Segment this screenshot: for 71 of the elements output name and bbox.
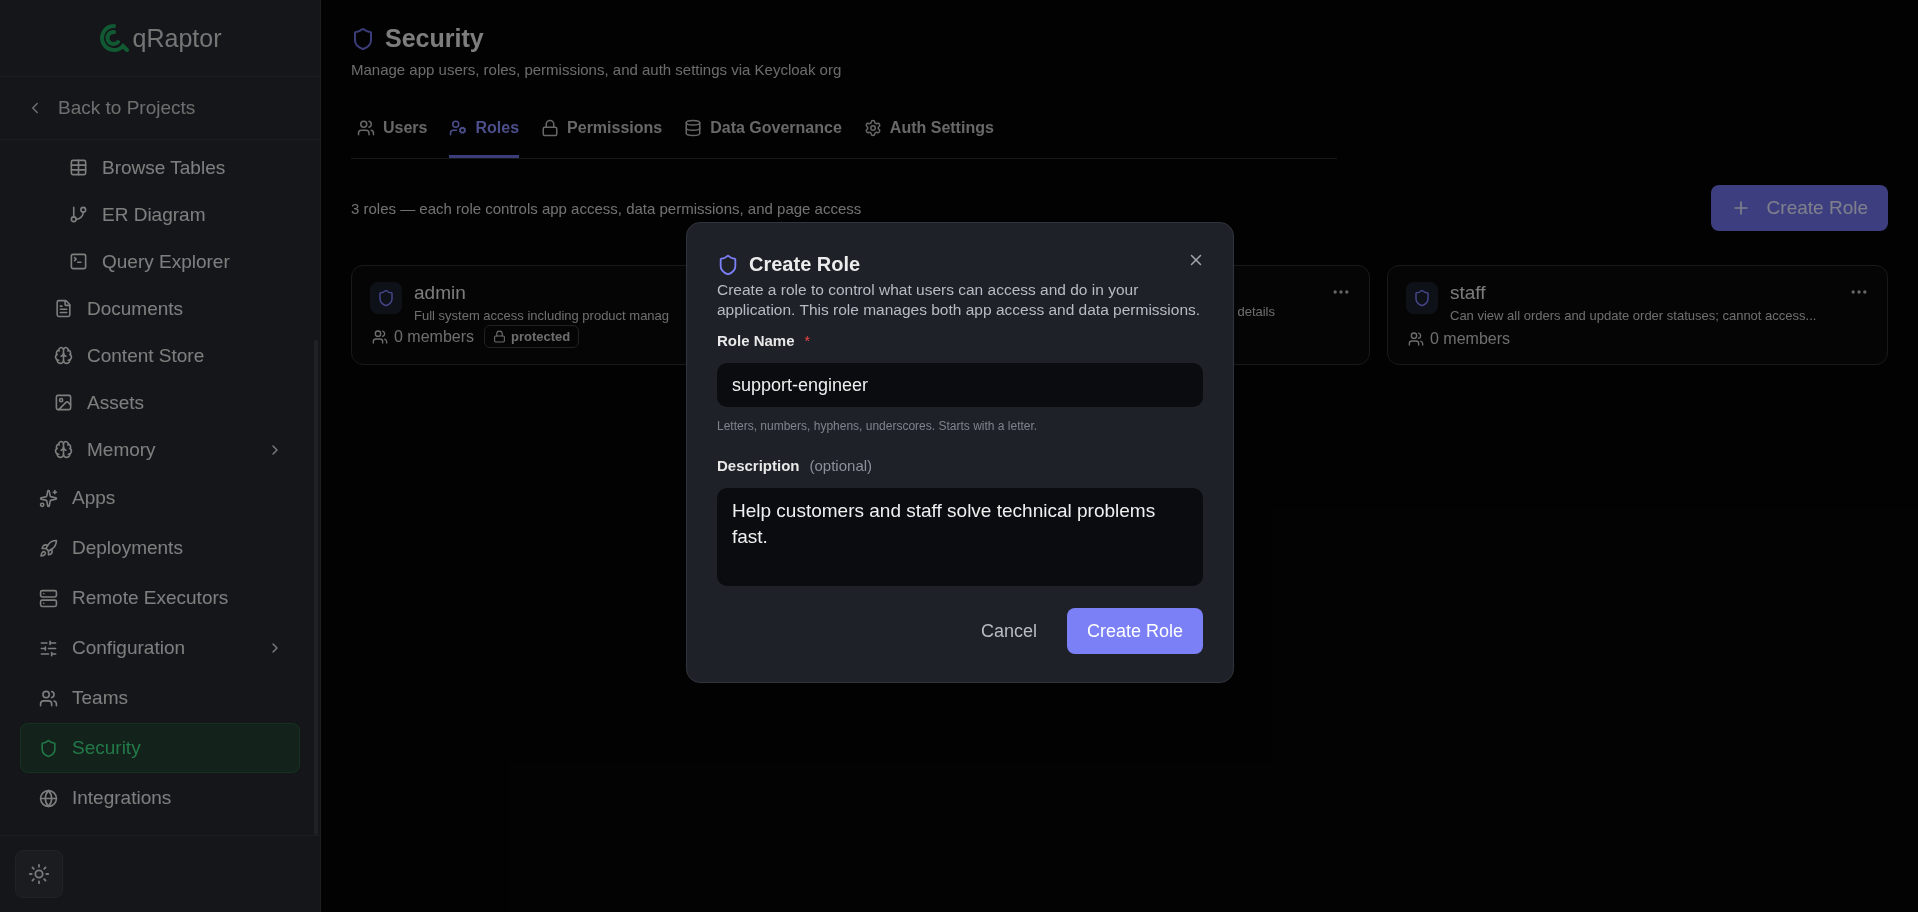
lock-icon: [541, 118, 560, 137]
table-icon: [69, 158, 88, 177]
database-icon: [684, 118, 703, 137]
document-icon: [54, 299, 73, 318]
sidebar-item[interactable]: Configuration: [20, 623, 300, 673]
globe-icon: [39, 788, 58, 808]
role-name-input[interactable]: support-engineer: [717, 363, 1203, 407]
user-gear-icon: [449, 118, 468, 137]
lock-icon: [493, 330, 507, 343]
tab[interactable]: Auth Settings: [863, 100, 994, 158]
role-description: Full system access including product manag: [414, 308, 670, 323]
role-description: details: [1237, 304, 1275, 319]
sidebar-item[interactable]: ER Diagram: [20, 191, 300, 238]
field-label: Description: [717, 457, 800, 474]
page-title: Security: [385, 24, 484, 53]
members-count: 0 members: [372, 327, 475, 346]
brain-icon: [54, 346, 73, 365]
create-role-button[interactable]: Create Role: [1710, 185, 1888, 231]
role-name: staff: [1450, 282, 1486, 304]
role-description: Can view all orders and update order statuses; cannot access...: [1450, 308, 1817, 323]
brain-icon: [54, 440, 73, 459]
shield-icon: [370, 282, 402, 314]
shield-icon: [717, 253, 739, 276]
terminal-icon: [69, 252, 88, 271]
sidebar-item[interactable]: Deployments: [20, 523, 300, 573]
sun-icon: [28, 863, 50, 885]
create-role-button[interactable]: Create Role: [1066, 608, 1203, 654]
sidebar-item[interactable]: Teams: [20, 673, 300, 723]
logo-icon: [98, 23, 129, 53]
required-mark: *: [804, 333, 810, 349]
sidebar-item[interactable]: Assets: [20, 379, 300, 426]
field-label: Role Name: [717, 332, 795, 349]
shield-icon: [39, 738, 58, 758]
sidebar-item[interactable]: Apps: [20, 473, 300, 523]
users-icon: [39, 688, 58, 708]
members-count: 0 members: [1408, 330, 1511, 348]
tab[interactable]: Permissions: [541, 100, 663, 158]
field-hint: Letters, numbers, hyphens, underscores. Starts with a letter.: [717, 419, 1039, 433]
optional-note: (optional): [809, 457, 873, 474]
sidebar-item[interactable]: Remote Executors: [20, 573, 300, 623]
role-card[interactable]: staff Can view all orders and update order statuses; cannot access... 0 members: [1387, 265, 1888, 365]
settings-icon: [863, 118, 882, 137]
shield-icon: [351, 26, 375, 51]
protected-badge: protected: [484, 325, 580, 348]
tab[interactable]: Roles: [449, 100, 520, 158]
server-icon: [39, 588, 58, 608]
sidebar-item[interactable]: Documents: [20, 285, 300, 332]
logo-text: qRaptor: [132, 23, 222, 53]
back-link[interactable]: Back to Projects: [0, 77, 320, 140]
rocket-icon: [39, 538, 58, 558]
sparkles-icon: [39, 488, 58, 508]
users-icon: [372, 328, 388, 345]
branch-icon: [69, 205, 88, 224]
tab[interactable]: Data Governance: [684, 100, 842, 158]
users-icon: [357, 118, 375, 137]
sidebar-item[interactable]: Browse Tables: [20, 144, 300, 191]
cancel-button[interactable]: Cancel: [972, 610, 1045, 652]
tab[interactable]: Users: [357, 100, 428, 158]
sidebar-item[interactable]: Integrations: [20, 773, 300, 823]
role-name: admin: [414, 282, 466, 304]
sliders-icon: [39, 638, 58, 658]
theme-toggle-button[interactable]: [15, 850, 63, 898]
roles-summary: 3 roles — each role controls app access, data permissions, and page access: [351, 199, 862, 217]
users-icon: [1408, 331, 1424, 347]
sidebar-item[interactable]: Query Explorer: [20, 238, 300, 285]
image-icon: [54, 393, 73, 412]
page-subtitle: Manage app users, roles, permissions, and auth settings via Keycloak org: [351, 61, 843, 78]
shield-icon: [1406, 282, 1438, 314]
sidebar-item[interactable]: Content Store: [20, 332, 300, 379]
description-input[interactable]: Help customers and staff solve technical problems fast.: [717, 488, 1203, 586]
sidebar-item[interactable]: Memory: [20, 426, 300, 473]
